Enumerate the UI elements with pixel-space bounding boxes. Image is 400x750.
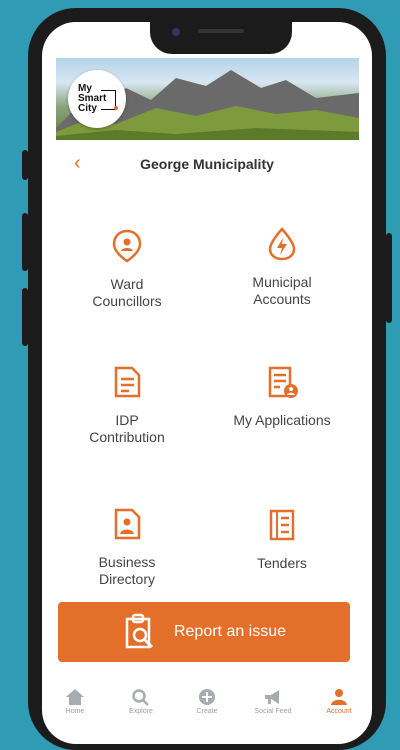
report-issue-button[interactable]: Report an issue — [58, 602, 350, 662]
my-smart-city-logo: My Smart City — [68, 70, 126, 128]
directory-person-icon — [114, 508, 141, 540]
nav-item-home[interactable]: Home — [45, 688, 105, 715]
phone-power-button — [386, 233, 392, 323]
service-label: IDP — [115, 412, 139, 428]
nav-item-account[interactable]: Account — [309, 688, 369, 715]
service-my-applications[interactable]: My Applications — [207, 364, 357, 429]
service-label: Accounts — [253, 291, 311, 307]
home-icon — [66, 689, 84, 705]
plus-circle-icon — [199, 689, 215, 705]
bottom-navigation: Home Explore Create Social Feed Account — [42, 682, 372, 744]
service-label: Municipal — [252, 274, 312, 290]
nav-label: Social Feed — [254, 708, 292, 715]
service-label: Directory — [98, 571, 155, 587]
nav-label: Create — [196, 708, 218, 715]
energy-drop-icon — [268, 227, 296, 261]
nav-label: Home — [65, 708, 85, 715]
phone-volume-up-button — [22, 213, 28, 271]
phone-side-button — [22, 150, 28, 180]
phone-frame: My Smart City ‹ George Municipality Ward… — [22, 8, 392, 750]
service-label: Contribution — [89, 429, 165, 445]
phone-volume-down-button — [22, 288, 28, 346]
speaker-grille — [198, 29, 244, 33]
service-label: My Applications — [233, 412, 331, 428]
nav-item-create[interactable]: Create — [177, 688, 237, 715]
search-icon — [132, 689, 149, 706]
phone-notch — [150, 22, 292, 54]
megaphone-icon — [265, 690, 279, 704]
clipboard-search-icon — [125, 613, 154, 649]
location-pin-icon — [112, 229, 142, 263]
city-banner: My Smart City — [56, 58, 359, 140]
nav-label: Explore — [129, 708, 153, 715]
service-municipal-accounts[interactable]: Municipal Accounts — [207, 226, 357, 308]
service-ward-councillors[interactable]: Ward Councillors — [52, 228, 202, 310]
application-user-icon — [268, 366, 298, 398]
report-issue-label: Report an issue — [173, 623, 287, 640]
document-icon — [114, 366, 141, 398]
service-tenders[interactable]: Tenders — [207, 507, 357, 572]
service-label: Business — [98, 554, 156, 570]
app-screen: My Smart City ‹ George Municipality Ward… — [42, 22, 372, 744]
nav-item-social-feed[interactable]: Social Feed — [243, 688, 303, 715]
nav-label: Account — [326, 708, 352, 715]
nav-item-explore[interactable]: Explore — [111, 688, 171, 715]
tender-document-icon — [269, 509, 295, 541]
service-label: Councillors — [92, 293, 162, 309]
service-label: Tenders — [257, 555, 307, 571]
service-label: Ward — [110, 276, 144, 292]
service-business-directory[interactable]: Business Directory — [52, 506, 202, 588]
page-title: George Municipality — [140, 156, 274, 172]
page-header: ‹ George Municipality — [42, 150, 372, 180]
person-icon — [331, 689, 347, 705]
logo-dot — [114, 106, 118, 110]
service-idp-contribution[interactable]: IDP Contribution — [52, 364, 202, 446]
camera-icon — [172, 28, 180, 36]
